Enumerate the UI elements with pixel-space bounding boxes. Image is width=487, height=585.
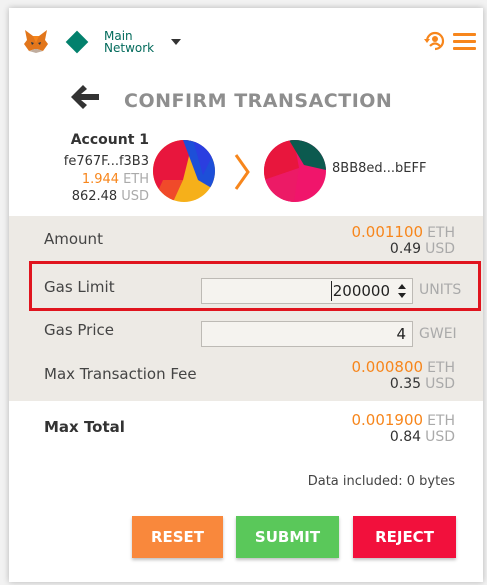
max-total-usd-unit: USD	[425, 429, 455, 445]
gas-limit-input[interactable]: 200000	[201, 278, 413, 304]
gas-limit-label: Gas Limit	[44, 278, 115, 296]
network-name-line2: Network	[104, 41, 155, 55]
amount-eth: 0.001100 ETH	[351, 223, 455, 241]
amount-usd: 0.49 USD	[390, 241, 455, 257]
max-fee-eth-value: 0.000800	[351, 358, 424, 376]
network-status-icon[interactable]	[65, 30, 89, 54]
max-fee-eth-unit: ETH	[427, 360, 455, 376]
app-header: Main Network	[9, 8, 483, 72]
switch-account-icon[interactable]	[423, 30, 447, 52]
max-fee-usd-unit: USD	[425, 376, 455, 392]
network-selector[interactable]: Main Network	[104, 30, 154, 54]
data-included-text: Data included: 0 bytes	[307, 474, 455, 489]
max-total-usd: 0.84 USD	[390, 429, 455, 445]
metamask-fox-icon	[24, 30, 48, 53]
max-fee-usd: 0.35 USD	[390, 376, 455, 392]
gas-price-label: Gas Price	[44, 321, 114, 339]
max-total-eth: 0.001900 ETH	[351, 411, 455, 429]
from-account-name: Account 1	[70, 132, 149, 148]
balance-eth-value: 1.944	[81, 172, 120, 187]
page-title: CONFIRM TRANSACTION	[124, 90, 393, 112]
from-account-balance-usd: 862.48 USD	[47, 189, 149, 204]
submit-button[interactable]: SUBMIT	[236, 516, 339, 558]
amount-eth-unit: ETH	[427, 225, 455, 241]
gas-price-input[interactable]: 4	[201, 321, 413, 347]
amount-usd-value: 0.49	[389, 241, 422, 257]
to-account-address: 8BB8ed...bEFF	[332, 161, 427, 176]
amount-eth-value: 0.001100	[351, 223, 424, 241]
balance-usd-value: 862.48	[71, 189, 118, 204]
amount-label: Amount	[44, 230, 103, 248]
max-fee-usd-value: 0.35	[389, 376, 422, 392]
back-arrow-icon[interactable]	[71, 84, 99, 110]
max-total-usd-value: 0.84	[389, 429, 422, 445]
from-account-address: fe767F...f3B3	[63, 154, 149, 169]
gas-price-unit: GWEI	[419, 326, 457, 342]
amount-usd-unit: USD	[425, 241, 455, 257]
balance-eth-unit: ETH	[123, 172, 149, 187]
hamburger-menu-icon[interactable]	[453, 33, 476, 51]
from-account-avatar	[153, 140, 215, 202]
max-total-eth-unit: ETH	[427, 413, 455, 429]
max-fee-eth: 0.000800 ETH	[351, 358, 455, 376]
gas-limit-unit: UNITS	[419, 282, 462, 298]
max-fee-label: Max Transaction Fee	[44, 365, 197, 383]
text-cursor	[331, 281, 332, 301]
caret-down-icon[interactable]	[171, 39, 181, 45]
reset-button[interactable]: RESET	[132, 516, 223, 558]
reject-button[interactable]: REJECT	[353, 516, 456, 558]
from-account-balance-eth: 1.944 ETH	[47, 172, 149, 187]
stepper-arrows-icon[interactable]	[397, 283, 407, 299]
balance-usd-unit: USD	[121, 189, 149, 204]
metamask-popup: Main Network CONFIRM TRANSACTION Account…	[9, 8, 483, 582]
max-total-eth-value: 0.001900	[351, 411, 424, 429]
chevron-right-icon	[234, 154, 250, 190]
to-account-avatar	[264, 140, 326, 202]
max-total-label: Max Total	[44, 418, 125, 436]
